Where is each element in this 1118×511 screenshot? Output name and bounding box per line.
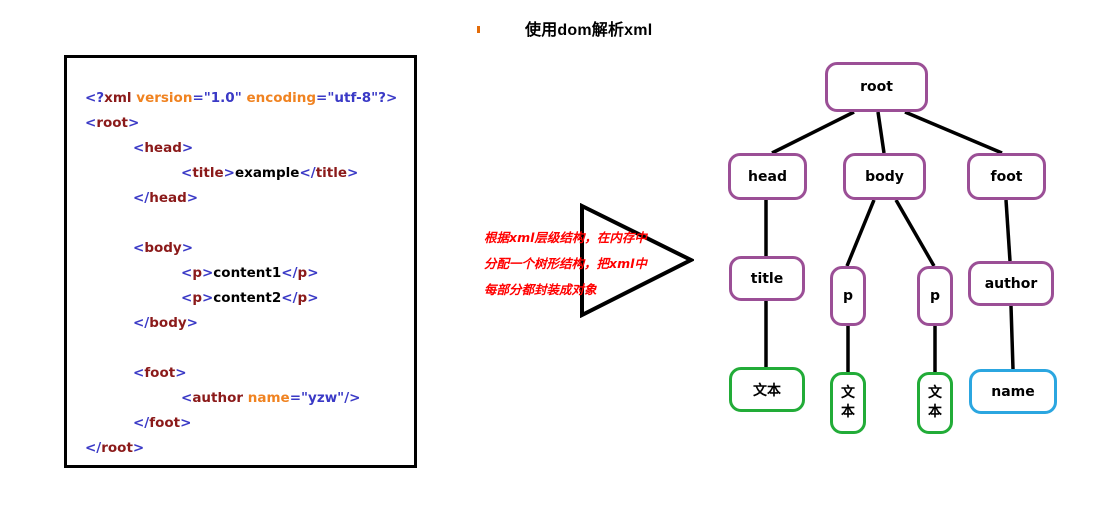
tree-node-label: author: [984, 275, 1038, 292]
tree-node-label-char: 本: [841, 404, 855, 420]
tree-node-label: foot: [990, 168, 1023, 185]
tree-node-head[interactable]: head: [728, 153, 807, 200]
tree-node-label: body: [865, 168, 904, 185]
tree-edges: [764, 110, 1015, 372]
tree-node-label: name: [991, 383, 1035, 400]
tree-node-body[interactable]: body: [843, 153, 926, 200]
tree-node-label: p: [929, 288, 941, 304]
tree-node-p2[interactable]: p: [917, 266, 953, 326]
tree-node-text2[interactable]: 文本: [830, 372, 866, 434]
tree-node-label: p: [842, 288, 854, 304]
tree-edge: [1004, 199, 1012, 262]
tree-node-label-char: 本: [928, 404, 942, 420]
dom-tree-diagram: root head body foot title p p author 文本文本文本 name: [0, 0, 1118, 511]
tree-node-title[interactable]: title: [729, 256, 805, 301]
tree-node-p1[interactable]: p: [830, 266, 866, 326]
tree-node-label: title: [750, 270, 784, 287]
tree-node-text3[interactable]: 文本: [917, 372, 953, 434]
tree-node-label-char: 文: [928, 385, 942, 401]
tree-edge: [1009, 305, 1015, 370]
tree-node-root[interactable]: root: [825, 62, 928, 112]
tree-node-name[interactable]: name: [969, 369, 1057, 414]
tree-node-foot[interactable]: foot: [967, 153, 1046, 200]
tree-edge: [894, 199, 936, 267]
tree-node-label: head: [748, 168, 787, 185]
tree-node-label: 文本: [753, 382, 781, 399]
tree-node-author[interactable]: author: [968, 261, 1054, 306]
tree-edge: [876, 111, 886, 154]
tree-edge: [771, 110, 855, 155]
tree-node-label: root: [860, 79, 893, 95]
tree-edge: [904, 110, 1003, 155]
tree-node-label-char: 文: [841, 385, 855, 401]
tree-node-text1[interactable]: 文本: [729, 367, 805, 412]
tree-edge: [845, 199, 876, 267]
